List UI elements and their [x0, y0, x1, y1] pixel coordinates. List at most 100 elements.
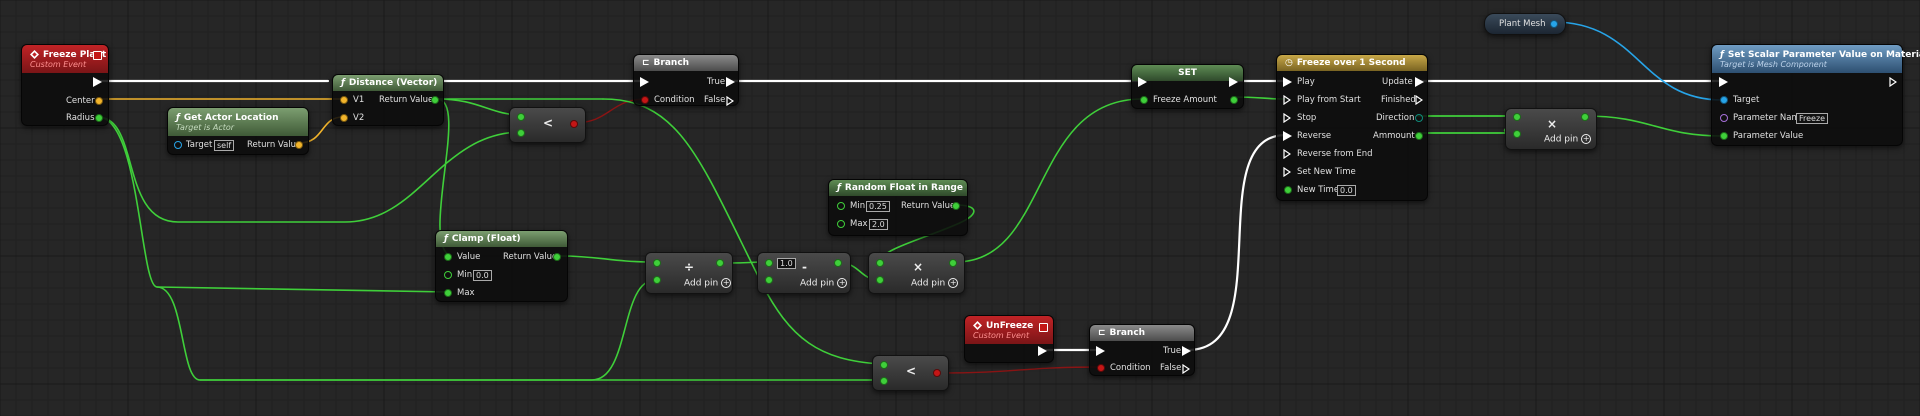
- branch-1-false-pin[interactable]: [726, 96, 734, 106]
- clamp-min-pin[interactable]: [444, 271, 452, 279]
- distance-vector-node[interactable]: ƒ Distance (Vector) V1 V2 Return Value: [332, 74, 444, 126]
- subtract-node[interactable]: 1.0 - Add pin +: [757, 252, 851, 294]
- less-out-pin[interactable]: [570, 120, 578, 128]
- multiply-1-a-pin[interactable]: [876, 259, 884, 267]
- branch-node-2[interactable]: ⊏ Branch Condition True False: [1089, 324, 1195, 376]
- freeze-plant-node[interactable]: Freeze Plant Custom Event Center Radius: [21, 44, 109, 126]
- update-pin[interactable]: [1415, 77, 1424, 87]
- divide-add-pin[interactable]: Add pin +: [684, 278, 732, 289]
- less-a-pin[interactable]: [517, 113, 525, 121]
- parameter-value-pin[interactable]: [1720, 132, 1728, 140]
- subtract-a-pin[interactable]: [765, 259, 773, 267]
- clamp-float-node[interactable]: ƒ Clamp (Float) Value Return Value Min 0.…: [435, 230, 568, 302]
- divide-node[interactable]: ÷ Add pin +: [645, 252, 733, 294]
- timeline-header[interactable]: ◷ Freeze over 1 Second: [1277, 55, 1427, 71]
- less-2-a-pin[interactable]: [880, 361, 888, 369]
- multiply-2-b-pin[interactable]: [1513, 130, 1521, 138]
- plant-mesh-out-pin[interactable]: [1550, 20, 1558, 28]
- play-from-start-pin[interactable]: [1283, 95, 1291, 105]
- target-self-field[interactable]: self: [214, 140, 235, 151]
- multiply-node-2[interactable]: × Add pin +: [1505, 108, 1597, 150]
- delegate-pin[interactable]: [1039, 323, 1048, 332]
- clamp-return-pin[interactable]: [553, 253, 561, 261]
- delegate-pin[interactable]: [93, 51, 102, 60]
- ammount-pin[interactable]: [1415, 132, 1423, 140]
- multiply-2-a-pin[interactable]: [1513, 113, 1521, 121]
- set-scalar-parameter-node[interactable]: ƒ Set Scalar Parameter Value on Materials…: [1711, 44, 1920, 146]
- freeze-plant-exec-out[interactable]: [93, 77, 102, 87]
- multiply-2-out-pin[interactable]: [1581, 113, 1589, 121]
- random-float-header[interactable]: ƒ Random Float in Range: [829, 180, 967, 196]
- random-max-field[interactable]: 2.0: [869, 219, 888, 230]
- set-header[interactable]: SET: [1132, 65, 1243, 81]
- random-max-pin[interactable]: [837, 220, 845, 228]
- stop-pin[interactable]: [1283, 113, 1291, 123]
- multiply-node-1[interactable]: × Add pin +: [868, 252, 965, 294]
- multiply-1-b-pin[interactable]: [876, 276, 884, 284]
- plant-mesh-node[interactable]: Plant Mesh: [1484, 13, 1566, 35]
- clamp-header[interactable]: ƒ Clamp (Float): [436, 231, 567, 247]
- set-new-time-pin[interactable]: [1283, 167, 1291, 177]
- set-scalar-exec-in[interactable]: [1719, 77, 1728, 87]
- less-than-node-2[interactable]: <: [872, 355, 949, 391]
- branch-1-true-pin[interactable]: [726, 77, 735, 87]
- distance-return-pin[interactable]: [431, 96, 439, 104]
- set-scalar-exec-out[interactable]: [1889, 77, 1897, 87]
- branch-1-header[interactable]: ⊏ Branch: [634, 55, 738, 71]
- v1-pin[interactable]: [340, 96, 348, 104]
- less-than-node-1[interactable]: <: [509, 107, 586, 143]
- clamp-min-field[interactable]: 0.0: [473, 270, 492, 281]
- branch-1-condition-pin[interactable]: [641, 96, 649, 104]
- target-pin[interactable]: [174, 141, 182, 149]
- reverse-from-end-pin[interactable]: [1283, 149, 1291, 159]
- parameter-name-field[interactable]: Freeze: [1796, 113, 1829, 124]
- finished-pin[interactable]: [1415, 95, 1423, 105]
- set-freeze-amount-out-pin[interactable]: [1230, 96, 1238, 104]
- set-freeze-amount-node[interactable]: SET Freeze Amount: [1131, 64, 1244, 109]
- set-scalar-target-pin[interactable]: [1720, 96, 1728, 104]
- clamp-max-pin[interactable]: [444, 289, 452, 297]
- set-freeze-amount-in-pin[interactable]: [1140, 96, 1148, 104]
- subtract-add-pin[interactable]: Add pin +: [800, 278, 848, 289]
- freeze-plant-header[interactable]: Freeze Plant Custom Event: [22, 45, 108, 73]
- play-pin[interactable]: [1283, 77, 1292, 87]
- divide-a-pin[interactable]: [653, 259, 661, 267]
- unfreeze-header[interactable]: UnFreeze Custom Event: [965, 316, 1053, 344]
- v2-pin[interactable]: [340, 114, 348, 122]
- radius-pin[interactable]: [95, 114, 103, 122]
- multiply-2-add-pin[interactable]: Add pin +: [1544, 134, 1592, 145]
- branch-2-header[interactable]: ⊏ Branch: [1090, 325, 1194, 341]
- center-pin[interactable]: [95, 97, 103, 105]
- branch-2-exec-in[interactable]: [1096, 346, 1105, 356]
- direction-pin[interactable]: [1415, 114, 1423, 122]
- parameter-name-pin[interactable]: [1720, 114, 1728, 122]
- set-scalar-header[interactable]: ƒ Set Scalar Parameter Value on Materials…: [1712, 45, 1920, 73]
- unfreeze-exec-out[interactable]: [1038, 346, 1047, 356]
- clamp-value-pin[interactable]: [444, 253, 452, 261]
- branch-1-exec-in[interactable]: [640, 77, 649, 87]
- multiply-1-out-pin[interactable]: [949, 259, 957, 267]
- random-float-node[interactable]: ƒ Random Float in Range Min 0.25 Return V…: [828, 179, 968, 236]
- timeline-node[interactable]: ◷ Freeze over 1 Second Play Play from Sta…: [1276, 54, 1428, 201]
- new-time-field[interactable]: 0.0: [1337, 185, 1356, 196]
- set-exec-in[interactable]: [1138, 77, 1147, 87]
- get-actor-location-node[interactable]: ƒ Get Actor Location Target is Actor Targ…: [167, 107, 309, 155]
- branch-2-true-pin[interactable]: [1182, 346, 1191, 356]
- unfreeze-node[interactable]: UnFreeze Custom Event: [964, 315, 1054, 363]
- subtract-a-field[interactable]: 1.0: [777, 258, 796, 269]
- reverse-pin[interactable]: [1283, 131, 1292, 141]
- less-2-b-pin[interactable]: [880, 377, 888, 385]
- less-2-out-pin[interactable]: [933, 369, 941, 377]
- divide-out-pin[interactable]: [716, 259, 724, 267]
- random-min-pin[interactable]: [837, 202, 845, 210]
- branch-2-condition-pin[interactable]: [1097, 364, 1105, 372]
- subtract-out-pin[interactable]: [834, 259, 842, 267]
- set-exec-out[interactable]: [1229, 77, 1238, 87]
- return-value-pin[interactable]: [295, 141, 303, 149]
- divide-b-pin[interactable]: [653, 276, 661, 284]
- branch-node-1[interactable]: ⊏ Branch Condition True False: [633, 54, 739, 106]
- subtract-b-pin[interactable]: [765, 276, 773, 284]
- random-min-field[interactable]: 0.25: [866, 201, 890, 212]
- branch-2-false-pin[interactable]: [1182, 364, 1190, 374]
- distance-vector-header[interactable]: ƒ Distance (Vector): [333, 75, 443, 91]
